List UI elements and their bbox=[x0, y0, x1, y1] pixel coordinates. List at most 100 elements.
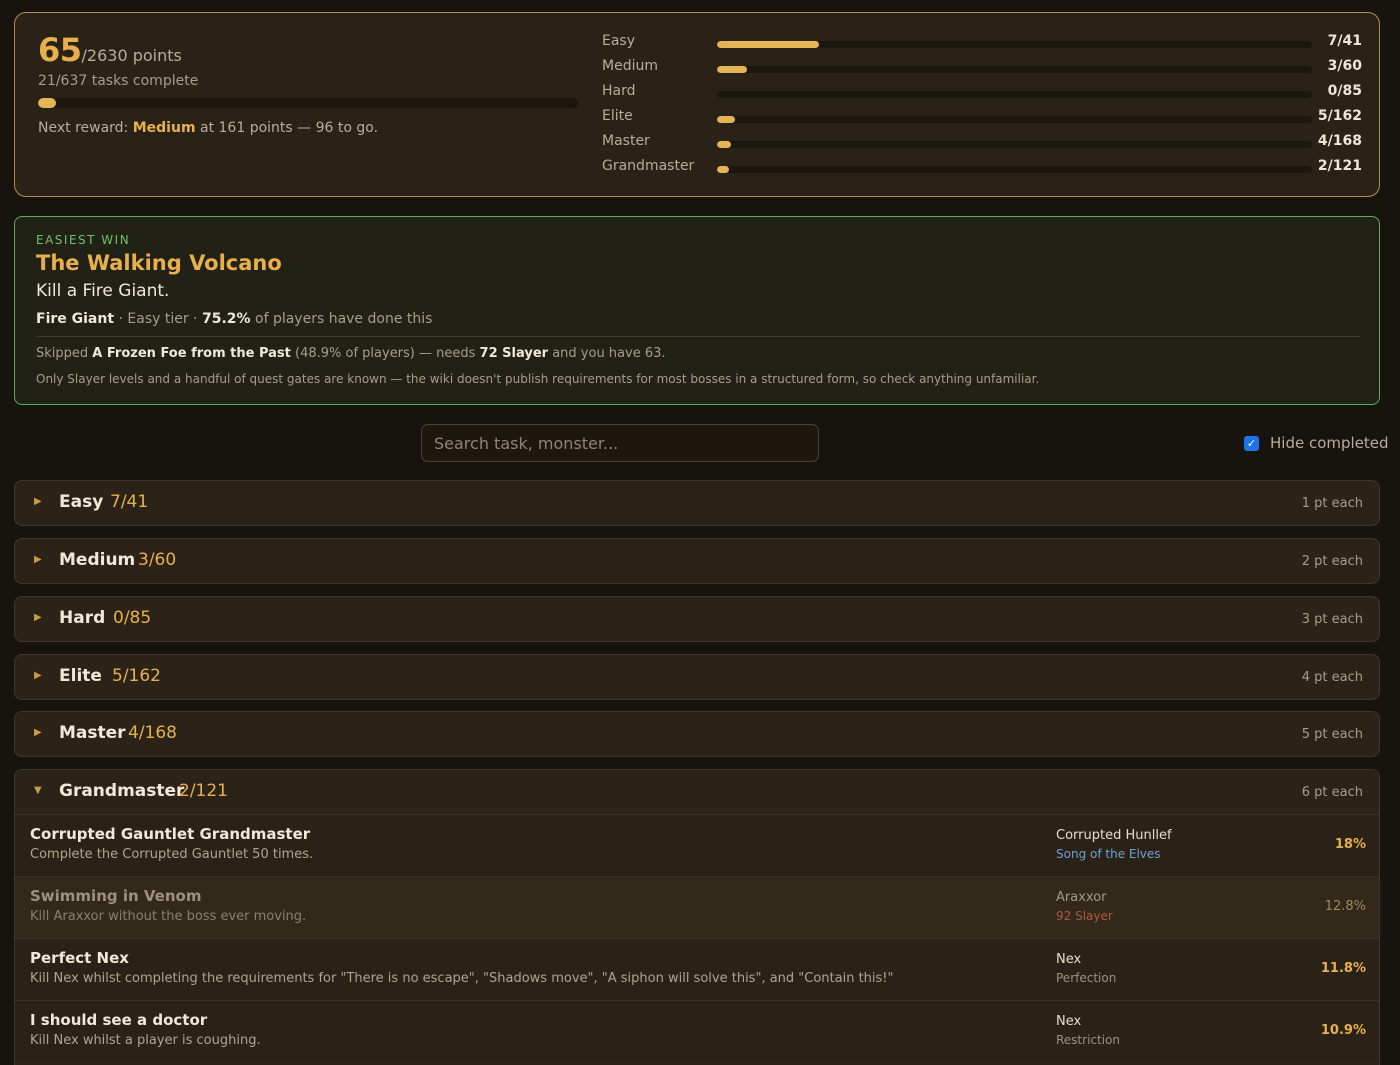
task-requirement-quest[interactable]: Song of the Elves bbox=[1056, 847, 1161, 861]
section-points: 2 pt each bbox=[1301, 554, 1363, 569]
tier-progress-row: Medium 3/60 bbox=[602, 58, 1362, 83]
task-requirement: Restriction bbox=[1056, 1033, 1120, 1047]
task-title: I should see a doctor bbox=[30, 1011, 208, 1029]
tier-progress-name: Master bbox=[602, 133, 650, 149]
skipped-suffix: and you have 63. bbox=[552, 346, 666, 361]
task-requirement-unmet: 92 Slayer bbox=[1056, 909, 1113, 923]
tier-progress-name: Hard bbox=[602, 83, 636, 99]
section-header[interactable]: ▶ Medium 3/60 2 pt each bbox=[15, 539, 1379, 583]
hide-completed-label: Hide completed bbox=[1270, 434, 1389, 452]
section-elite[interactable]: ▶ Elite 5/162 4 pt each bbox=[14, 654, 1380, 700]
chevron-right-icon: ▶ bbox=[34, 670, 42, 681]
section-points: 3 pt each bbox=[1301, 612, 1363, 627]
section-header[interactable]: ▼ Grandmaster 2/121 6 pt each bbox=[15, 770, 1379, 814]
tier-progress-fill bbox=[717, 141, 732, 148]
easiest-win-meta: Fire Giant · Easy tier · 75.2% of player… bbox=[36, 311, 432, 327]
points-display: 65/2630 points bbox=[38, 31, 182, 69]
search-input[interactable] bbox=[421, 424, 819, 462]
divider bbox=[36, 336, 1360, 337]
section-header[interactable]: ▶ Elite 5/162 4 pt each bbox=[15, 655, 1379, 699]
task-completion-percent: 12.8% bbox=[1324, 899, 1366, 914]
tier-progress-count: 4/168 bbox=[1317, 133, 1362, 149]
section-hard[interactable]: ▶ Hard 0/85 3 pt each bbox=[14, 596, 1380, 642]
section-count: 2/121 bbox=[179, 781, 228, 801]
task-monster: Corrupted Hunllef bbox=[1056, 828, 1172, 843]
section-master[interactable]: ▶ Master 4/168 5 pt each bbox=[14, 711, 1380, 757]
easiest-win-monster: Fire Giant bbox=[36, 311, 115, 327]
tier-progress-count: 5/162 bbox=[1317, 108, 1362, 124]
tier-progress-bar bbox=[717, 141, 1312, 148]
tier-progress-bar bbox=[717, 116, 1312, 123]
section-points: 4 pt each bbox=[1301, 670, 1363, 685]
easiest-win-percent: 75.2% bbox=[201, 311, 251, 327]
tier-progress-count: 3/60 bbox=[1327, 58, 1362, 74]
section-header[interactable]: ▶ Master 4/168 5 pt each bbox=[15, 712, 1379, 756]
easiest-win-description: Kill a Fire Giant. bbox=[36, 281, 170, 301]
skipped-requirement: 72 Slayer bbox=[479, 346, 549, 361]
tier-progress-count: 0/85 bbox=[1327, 83, 1362, 99]
section-header[interactable]: ▶ Easy 7/41 1 pt each bbox=[15, 481, 1379, 525]
chevron-right-icon: ▶ bbox=[34, 554, 42, 565]
tier-progress-fill bbox=[717, 116, 736, 123]
skipped-percent: (48.9% of players) — needs bbox=[295, 346, 476, 361]
hide-completed-toggle[interactable]: ✓ Hide completed bbox=[1244, 433, 1389, 453]
task-row[interactable]: I should see a doctor Kill Nex whilst a … bbox=[15, 1000, 1379, 1062]
tier-progress-name: Elite bbox=[602, 108, 633, 124]
task-title: Corrupted Gauntlet Grandmaster bbox=[30, 825, 311, 843]
section-grandmaster[interactable]: ▼ Grandmaster 2/121 6 pt each Corrupted … bbox=[14, 769, 1380, 1065]
next-reward-prefix: Next reward: bbox=[38, 120, 129, 136]
tier-progress-bar bbox=[717, 66, 1312, 73]
skipped-task-name: A Frozen Foe from the Past bbox=[92, 346, 291, 361]
tier-progress-fill bbox=[717, 66, 747, 73]
section-count: 5/162 bbox=[112, 666, 161, 686]
tier-progress-count: 7/41 bbox=[1327, 33, 1362, 49]
tier-progress-name: Medium bbox=[602, 58, 658, 74]
tier-progress-bar bbox=[717, 166, 1312, 173]
section-name: Easy bbox=[59, 492, 104, 512]
task-row[interactable]: Swimming in Venom Kill Araxxor without t… bbox=[15, 876, 1379, 938]
checkbox-checked-icon[interactable]: ✓ bbox=[1244, 435, 1259, 451]
task-description: Kill Nex whilst a player is coughing. bbox=[30, 1033, 261, 1048]
chevron-right-icon: ▶ bbox=[34, 727, 42, 738]
section-name: Elite bbox=[59, 666, 102, 686]
tier-progress-count: 2/121 bbox=[1317, 158, 1362, 174]
section-count: 0/85 bbox=[113, 608, 152, 628]
next-reward-text: Next reward: Medium at 161 points — 96 t… bbox=[38, 120, 378, 136]
tier-progress-name: Grandmaster bbox=[602, 158, 695, 174]
section-header[interactable]: ▶ Hard 0/85 3 pt each bbox=[15, 597, 1379, 641]
next-reward-suffix: at 161 points — 96 to go. bbox=[200, 120, 379, 136]
section-name: Master bbox=[59, 723, 126, 743]
task-requirement: Perfection bbox=[1056, 971, 1117, 985]
next-reward-tier: Medium bbox=[132, 120, 196, 136]
skipped-prefix: Skipped bbox=[36, 346, 89, 361]
points-value: 65 bbox=[38, 31, 82, 69]
tier-progress-name: Easy bbox=[602, 33, 636, 49]
skipped-task-text: Skipped A Frozen Foe from the Past (48.9… bbox=[36, 346, 666, 361]
task-row[interactable]: Corrupted Gauntlet Grandmaster Complete … bbox=[15, 814, 1379, 876]
task-description: Kill Nex whilst completing the requireme… bbox=[30, 971, 894, 986]
easiest-win-tier: · Easy tier · bbox=[118, 311, 198, 327]
tier-progress-row: Elite 5/162 bbox=[602, 108, 1362, 133]
overall-progress-fill bbox=[38, 98, 56, 108]
section-count: 4/168 bbox=[128, 723, 177, 743]
section-medium[interactable]: ▶ Medium 3/60 2 pt each bbox=[14, 538, 1380, 584]
easiest-win-title: The Walking Volcano bbox=[36, 251, 282, 275]
points-total: /2630 points bbox=[81, 46, 182, 65]
points-summary-card: 65/2630 points 21/637 tasks complete Nex… bbox=[14, 12, 1380, 197]
tier-progress-fill bbox=[717, 41, 819, 48]
task-title: Swimming in Venom bbox=[30, 887, 202, 905]
task-title: Perfect Nex bbox=[30, 949, 129, 967]
easiest-win-card: EASIEST WIN The Walking Volcano Kill a F… bbox=[14, 216, 1380, 405]
tier-progress-row: Grandmaster 2/121 bbox=[602, 158, 1362, 183]
section-easy[interactable]: ▶ Easy 7/41 1 pt each bbox=[14, 480, 1380, 526]
section-points: 6 pt each bbox=[1301, 785, 1363, 800]
task-row[interactable]: Perfect Nex Kill Nex whilst completing t… bbox=[15, 938, 1379, 1000]
tasks-complete-text: 21/637 tasks complete bbox=[38, 73, 199, 89]
tier-progress-row: Master 4/168 bbox=[602, 133, 1362, 158]
easiest-win-percent-suffix: of players have done this bbox=[255, 311, 433, 327]
section-points: 1 pt each bbox=[1301, 496, 1363, 511]
tier-progress-bar bbox=[717, 41, 1312, 48]
section-name: Medium bbox=[59, 550, 136, 570]
chevron-right-icon: ▶ bbox=[34, 496, 42, 507]
section-name: Grandmaster bbox=[59, 781, 185, 801]
